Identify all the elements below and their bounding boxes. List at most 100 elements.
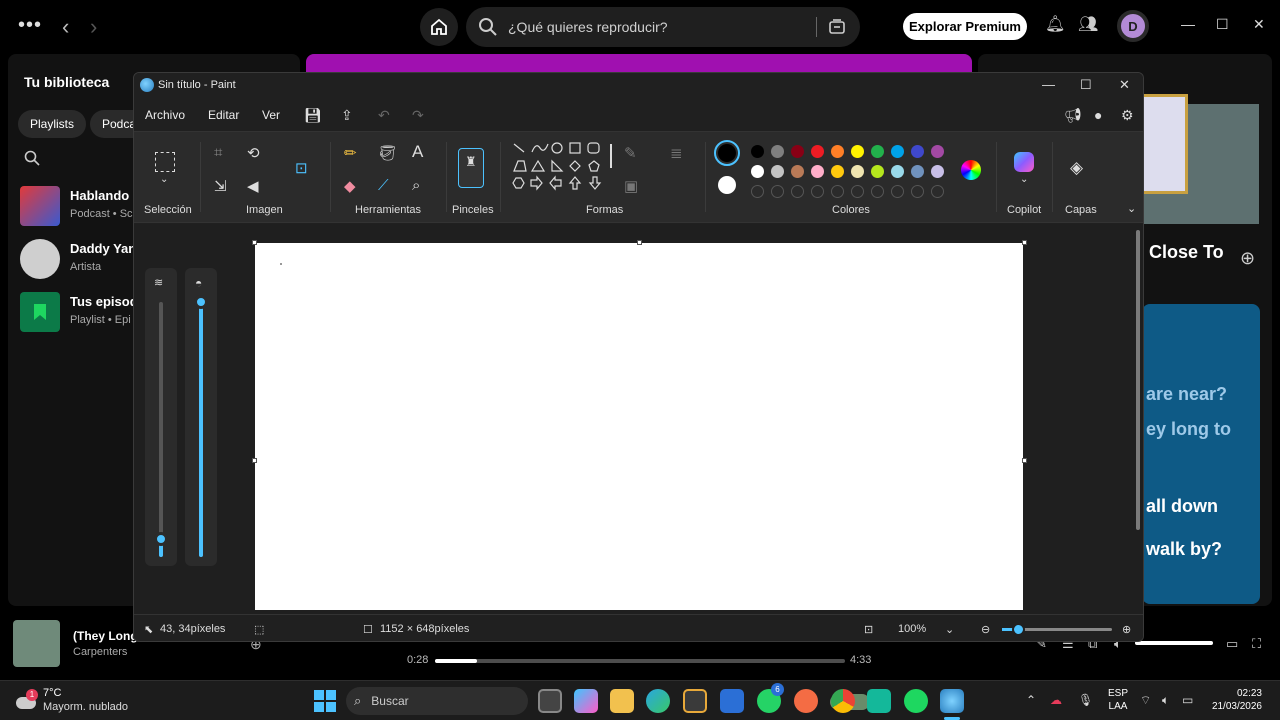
color-swatch[interactable]	[811, 145, 824, 158]
zoom-in-icon[interactable]: ⊕	[1122, 623, 1131, 636]
color-swatch[interactable]	[911, 145, 924, 158]
zoom-out-icon[interactable]: ⊖	[981, 623, 990, 636]
speaker-icon[interactable]: 🔈︎	[1162, 693, 1169, 708]
lyrics-card[interactable]: are near? ey long to all down walk by?	[1142, 304, 1260, 604]
color-swatch[interactable]	[751, 145, 764, 158]
color-swatch[interactable]	[811, 165, 824, 178]
shapes-gallery[interactable]	[512, 142, 602, 200]
custom-color-slot[interactable]	[771, 185, 784, 198]
primary-color-swatch[interactable]	[714, 140, 740, 166]
add-icon[interactable]: ⊕	[1240, 248, 1255, 269]
whatsapp-icon[interactable]: 6	[757, 683, 784, 713]
save-icon[interactable]: 💾︎	[304, 107, 322, 124]
browse-icon[interactable]	[828, 18, 846, 36]
redo-icon[interactable]: ↷	[412, 107, 424, 124]
chrome-icon[interactable]	[831, 689, 855, 713]
zoom-slider[interactable]	[1002, 623, 1112, 636]
color-swatch[interactable]	[871, 165, 884, 178]
selection-dropdown-icon[interactable]: ⌄	[160, 174, 168, 185]
onedrive-icon[interactable]: ☁	[1050, 693, 1062, 707]
paint-taskbar-icon[interactable]	[940, 689, 964, 713]
copilot-taskbar-icon[interactable]	[574, 689, 598, 713]
paint-close-icon[interactable]: ✕	[1119, 77, 1130, 93]
shape-fill-icon[interactable]: ▣	[624, 177, 638, 195]
task-view-icon[interactable]	[538, 689, 562, 713]
windows-start-icon[interactable]	[314, 690, 336, 712]
magnifier-icon[interactable]: ⌕	[412, 177, 420, 194]
custom-color-slot[interactable]	[851, 185, 864, 198]
image-background-icon[interactable]: ⊡	[295, 159, 308, 177]
zoom-knob[interactable]	[1012, 623, 1025, 636]
selection-tool-icon[interactable]	[155, 152, 175, 172]
pencil-icon[interactable]: ✏	[344, 144, 357, 162]
file-explorer-icon[interactable]	[610, 689, 634, 713]
flip-icon[interactable]: ◀	[247, 177, 259, 195]
color-picker-icon[interactable]: ⟋	[378, 177, 389, 194]
crunchyroll-icon[interactable]	[794, 689, 818, 713]
microphone-icon[interactable]: 🎙︎	[1078, 693, 1093, 707]
resize-handle[interactable]	[252, 458, 257, 463]
color-swatch[interactable]	[891, 165, 904, 178]
brush-size-slider[interactable]	[154, 302, 168, 557]
player-artist[interactable]: Carpenters	[73, 646, 127, 658]
tray-overflow-icon[interactable]: ⌃	[1026, 693, 1036, 707]
input-language[interactable]: ESP LAA	[1108, 687, 1128, 713]
color-swatch[interactable]	[851, 145, 864, 158]
battery-icon[interactable]: ▭	[1182, 693, 1193, 707]
friends-icon[interactable]: 👥︎	[1078, 14, 1098, 34]
menu-ver[interactable]: Ver	[262, 108, 280, 122]
color-swatch[interactable]	[871, 145, 884, 158]
zoom-dropdown-icon[interactable]: ⌄	[945, 623, 954, 636]
color-swatch[interactable]	[791, 165, 804, 178]
size-icon[interactable]: ≣	[670, 144, 683, 162]
copilot-dropdown-icon[interactable]: ⌄	[1020, 174, 1028, 185]
explore-premium-button[interactable]: Explorar Premium	[903, 13, 1027, 40]
custom-color-slot[interactable]	[751, 185, 764, 198]
color-swatch[interactable]	[931, 145, 944, 158]
color-swatch[interactable]	[831, 145, 844, 158]
layers-icon[interactable]: ◈	[1070, 158, 1083, 178]
eraser-icon[interactable]: ◆	[344, 177, 356, 195]
drawing-canvas[interactable]	[255, 243, 1023, 610]
more-options-icon[interactable]: •••	[18, 14, 42, 37]
opacity-knob[interactable]	[194, 295, 208, 309]
fullscreen-icon[interactable]: ⛶	[1252, 636, 1261, 652]
weather-icon[interactable]: 1	[14, 689, 38, 713]
spotify-taskbar-icon[interactable]	[904, 689, 928, 713]
ribbon-collapse-icon[interactable]: ⌄	[1127, 202, 1136, 215]
resize-icon[interactable]: ⇲	[214, 177, 227, 195]
edge-icon[interactable]	[646, 689, 670, 713]
resize-handle[interactable]	[1022, 458, 1027, 463]
color-swatch[interactable]	[751, 165, 764, 178]
volume-slider[interactable]	[1135, 641, 1213, 645]
bell-icon[interactable]: 🔔︎	[1045, 14, 1065, 34]
custom-color-slot[interactable]	[931, 185, 944, 198]
weather-temp[interactable]: 7°C	[43, 687, 61, 699]
resize-handle[interactable]	[637, 240, 642, 245]
custom-color-slot[interactable]	[911, 185, 924, 198]
crop-icon[interactable]: ⌗	[214, 144, 222, 161]
player-album-thumb[interactable]	[13, 620, 60, 667]
progress-bar[interactable]	[435, 659, 845, 663]
color-swatch[interactable]	[831, 165, 844, 178]
forward-arrow-icon[interactable]: ›	[90, 14, 97, 40]
resize-handle[interactable]	[252, 240, 257, 245]
color-swatch[interactable]	[891, 145, 904, 158]
taskbar-search[interactable]: ⌕ Buscar	[346, 687, 870, 715]
resize-handle[interactable]	[1022, 240, 1027, 245]
chip-playlists[interactable]: Playlists	[18, 110, 87, 138]
text-tool-icon[interactable]: A	[412, 142, 423, 162]
share-icon[interactable]: ⇪	[341, 107, 353, 124]
avatar[interactable]: D	[1117, 10, 1149, 42]
vertical-scrollbar[interactable]	[1136, 230, 1140, 530]
weather-desc[interactable]: Mayorm. nublado	[43, 701, 128, 713]
custom-color-slot[interactable]	[831, 185, 844, 198]
paint-minimize-icon[interactable]: —	[1042, 77, 1055, 92]
app-icon[interactable]	[867, 689, 891, 713]
copilot-icon[interactable]	[1014, 152, 1034, 172]
settings-gear-icon[interactable]: ⚙	[1121, 107, 1134, 124]
wifi-icon[interactable]: ⌔	[1140, 693, 1151, 708]
home-button[interactable]	[420, 8, 458, 46]
minimize-icon[interactable]: —	[1181, 16, 1195, 32]
undo-icon[interactable]: ↶	[378, 107, 390, 124]
